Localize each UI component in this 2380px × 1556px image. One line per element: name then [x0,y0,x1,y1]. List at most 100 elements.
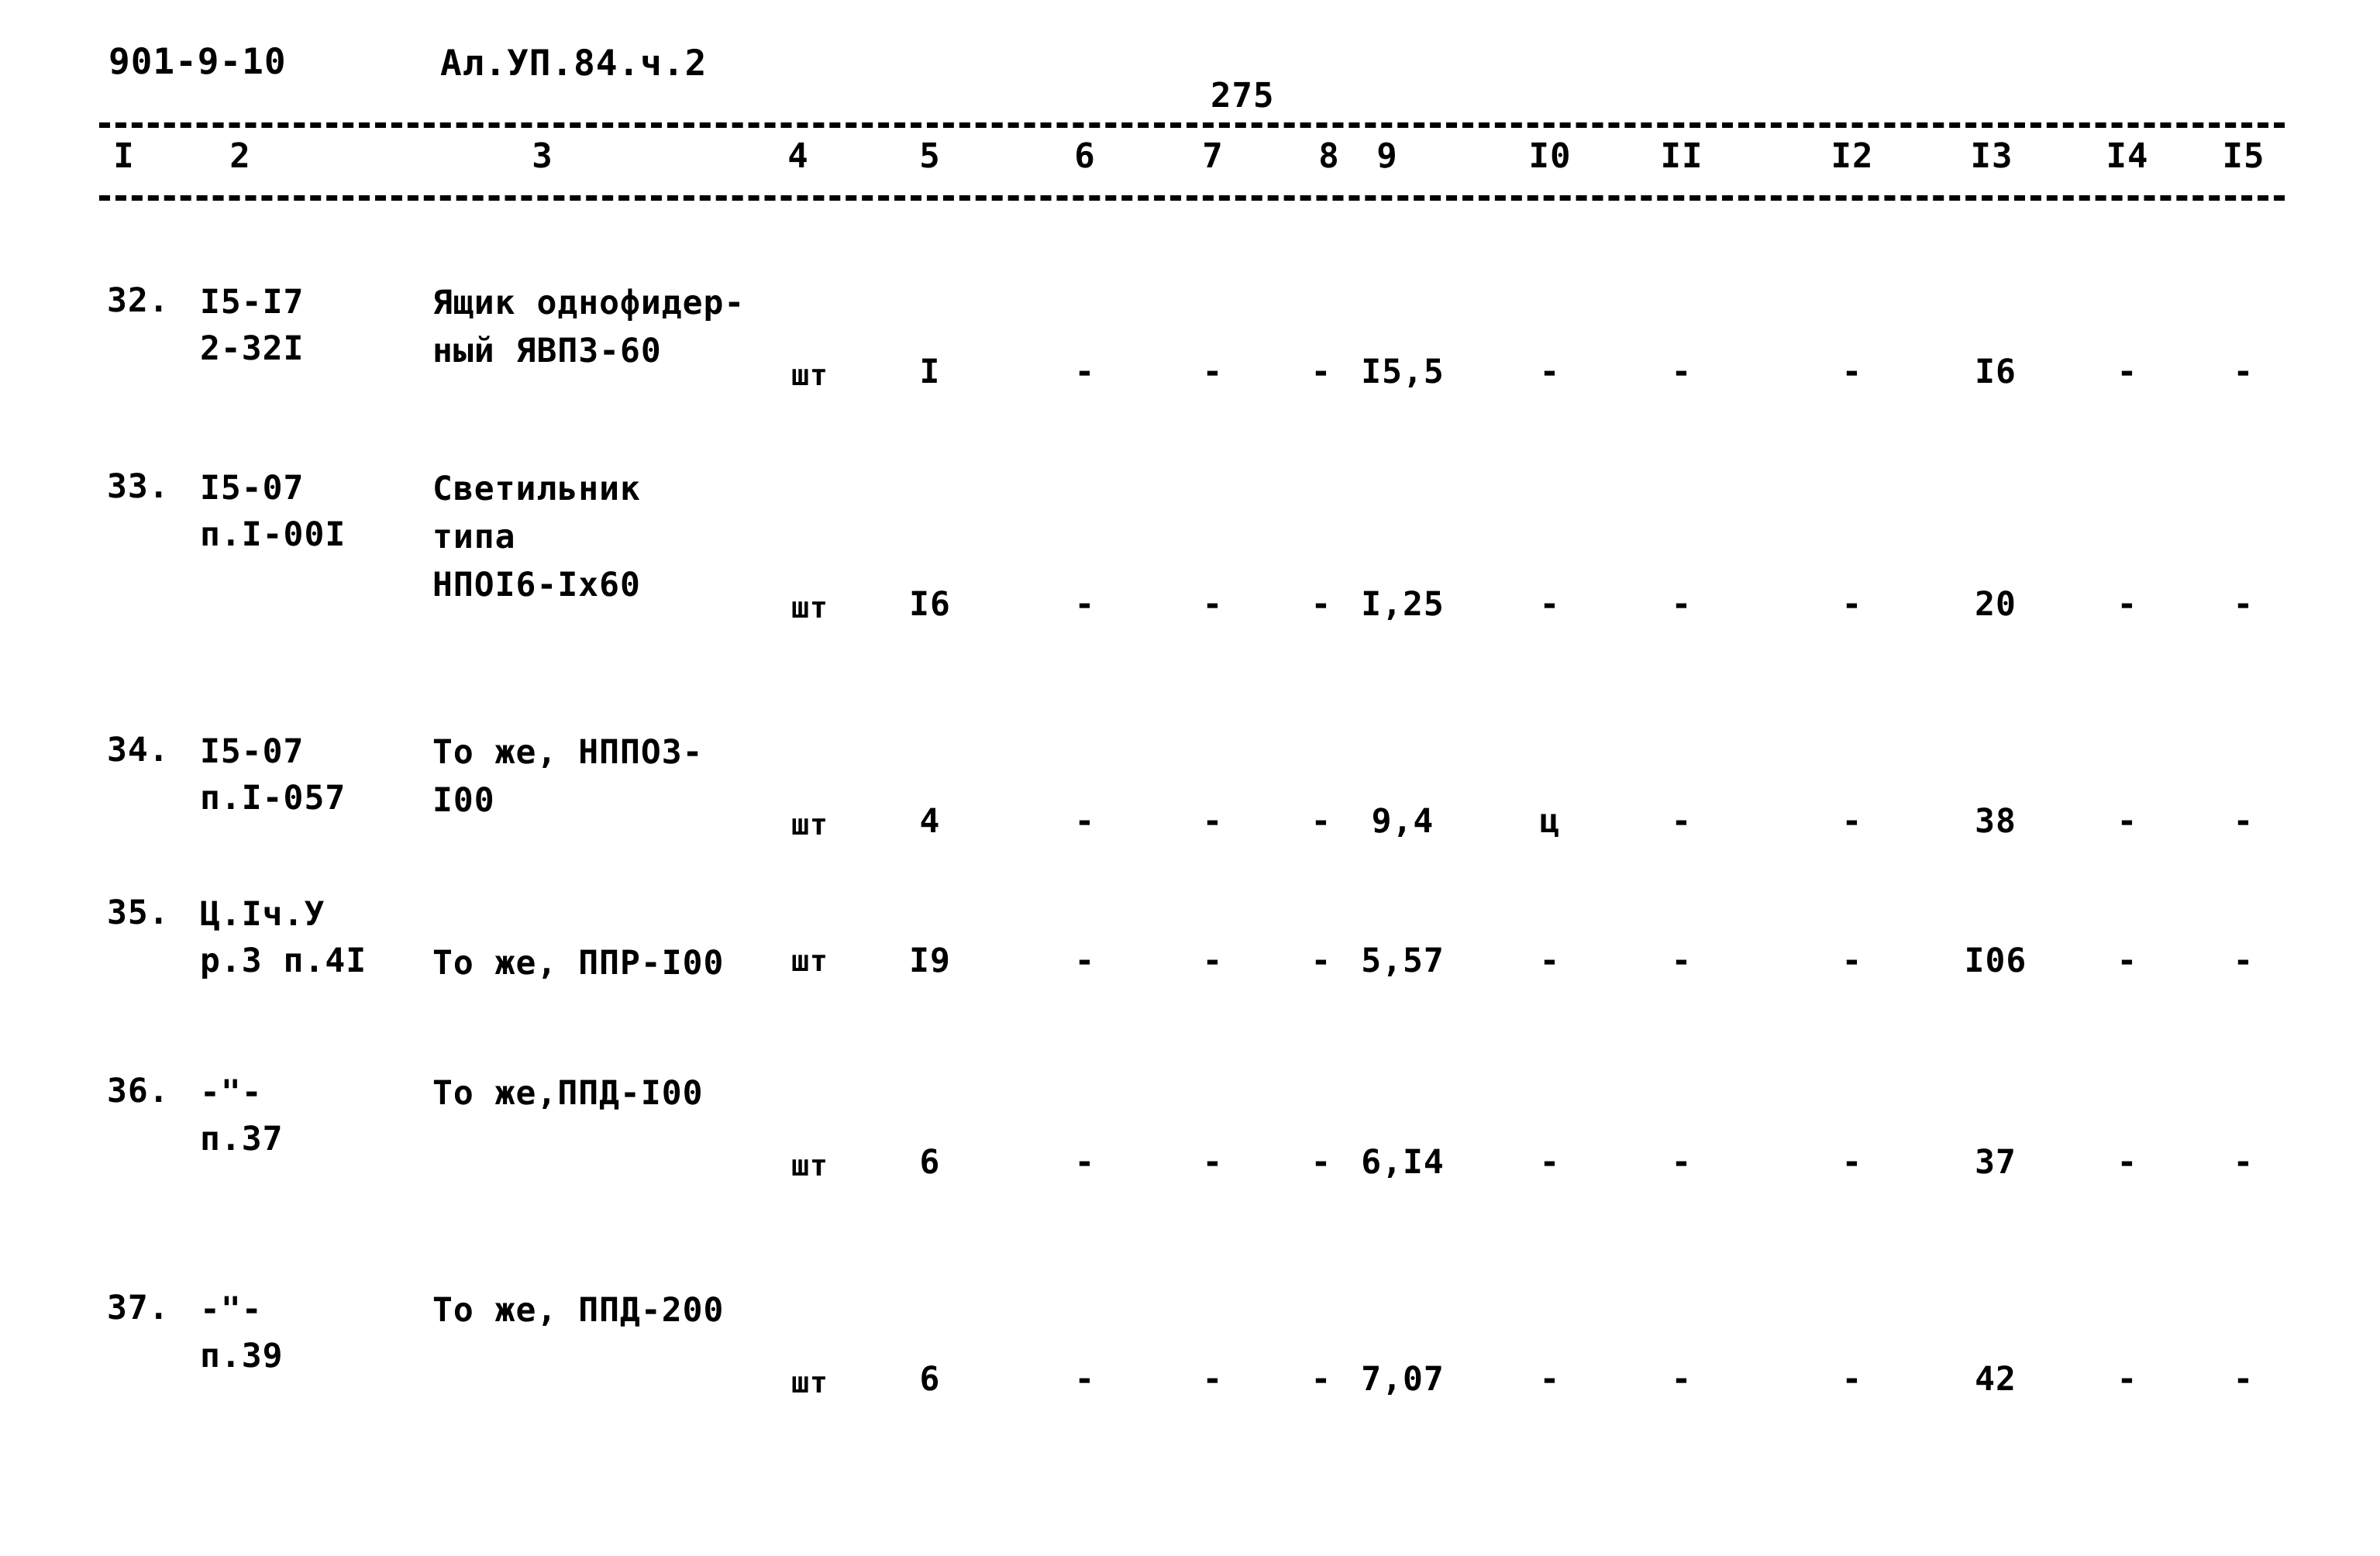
page-number: 275 [1211,76,1275,115]
row-unit: шт [791,944,828,978]
row-equipment-name: То же, ППР-I00 [432,944,725,983]
row-item-number: 36. [107,1072,170,1110]
page-header: 901-9-10 Ал.УП.84.ч.2 275 [0,40,2380,115]
row-cell-col8: - [1311,802,1332,841]
row-cell-col13: 37 [1975,1143,2017,1182]
row-cell-col5: I [919,353,941,391]
row-cell-col14: - [2117,585,2138,624]
column-header-10: I0 [1528,136,1572,176]
column-header-7: 7 [1202,136,1224,176]
row-cell-col5: 6 [919,1143,941,1182]
row-cell-col6: - [1074,1360,1096,1399]
row-cell-col5: 4 [919,802,941,841]
row-reference-code: Ц.Iч.У р.3 п.4I [200,895,367,980]
row-cell-col14: - [2117,353,2138,391]
row-cell-col12: - [1841,942,1863,980]
row-cell-col13: I06 [1964,942,2027,980]
row-reference-code: -"- п.39 [200,1290,284,1375]
scanned-page: 901-9-10 Ал.УП.84.ч.2 275 I 2 3 4 5 6 7 8 9 I0 II I… [0,0,2380,1556]
row-reference-code: -"- п.37 [200,1073,284,1158]
row-equipment-name: То же,ППД-I00 [432,1074,704,1113]
row-cell-col8: - [1311,1360,1332,1399]
row-cell-col6: - [1074,802,1096,841]
row-cell-col11: - [1671,1143,1693,1182]
row-item-number: 35. [107,893,170,932]
row-cell-col6: - [1074,942,1096,980]
row-cell-col10: - [1539,585,1561,624]
row-cell-col12: - [1841,802,1863,841]
row-unit: шт [791,1148,828,1182]
row-cell-col9: 9,4 [1371,802,1435,841]
row-cell-col9: 5,57 [1361,942,1445,980]
album-code: Ал.УП.84.ч.2 [440,42,708,84]
column-header-13: I3 [1970,136,2013,176]
row-cell-col8: - [1311,585,1332,624]
row-equipment-name: То же, ППД-200 [432,1291,725,1330]
document-code: 901-9-10 [108,40,287,82]
row-unit: шт [791,358,828,392]
row-equipment-name: Ящик однофидер- ный ЯВПЗ-60 [432,284,746,370]
column-header-9: 9 [1376,136,1398,176]
table-column-headers: I 2 3 4 5 6 7 8 9 I0 II I2 I3 I4 I5 [0,136,2380,191]
row-reference-code: I5-07 п.I-00I [200,469,346,554]
row-cell-col6: - [1074,1143,1096,1182]
row-cell-col10: - [1539,1143,1561,1182]
row-cell-col8: - [1311,942,1332,980]
row-cell-col13: 42 [1975,1360,2017,1399]
row-cell-col7: - [1202,1360,1224,1399]
row-cell-col15: - [2233,353,2254,391]
row-cell-col5: I9 [909,942,951,980]
row-cell-col13: 20 [1975,585,2017,624]
row-cell-col10: - [1539,353,1561,391]
row-cell-col9: 6,I4 [1361,1143,1445,1182]
row-cell-col11: - [1671,353,1693,391]
row-cell-col5: I6 [909,585,951,624]
row-cell-col11: - [1671,942,1693,980]
row-cell-col13: I6 [1975,353,2017,391]
table-rule-bottom [99,195,2285,201]
row-cell-col14: - [2117,1143,2138,1182]
row-cell-col12: - [1841,1143,1863,1182]
row-cell-col7: - [1202,802,1224,841]
row-cell-col15: - [2233,802,2254,841]
column-header-15: I5 [2222,136,2265,176]
row-cell-col11: - [1671,585,1693,624]
row-cell-col6: - [1074,585,1096,624]
row-item-number: 37. [107,1289,170,1327]
row-cell-col12: - [1841,353,1863,391]
row-cell-col9: I,25 [1361,585,1445,624]
row-item-number: 33. [107,467,170,506]
row-item-number: 34. [107,731,170,769]
row-cell-col5: 6 [919,1360,941,1399]
column-header-14: I4 [2106,136,2149,176]
column-header-2: 2 [229,136,251,176]
column-header-11: II [1660,136,1703,176]
row-cell-col15: - [2233,942,2254,980]
column-header-3: 3 [532,136,553,176]
row-cell-col9: I5,5 [1361,353,1445,391]
row-reference-code: I5-I7 2-32I [200,283,305,368]
row-cell-col10: - [1539,1360,1561,1399]
row-cell-col12: - [1841,585,1863,624]
column-header-12: I2 [1831,136,1874,176]
row-reference-code: I5-07 п.I-057 [200,732,346,818]
row-cell-col15: - [2233,585,2254,624]
row-unit: шт [791,807,828,842]
column-header-5: 5 [919,136,941,176]
row-cell-col14: - [2117,802,2138,841]
table-rule-top [99,122,2285,128]
row-equipment-name: То же, НППО3- I00 [432,733,704,820]
row-cell-col10: ц [1539,802,1561,841]
column-header-1: I [113,136,135,176]
row-unit: шт [791,590,828,625]
row-cell-col12: - [1841,1360,1863,1399]
row-cell-col7: - [1202,585,1224,624]
row-cell-col6: - [1074,353,1096,391]
row-cell-col9: 7,07 [1361,1360,1445,1399]
row-cell-col11: - [1671,802,1693,841]
row-cell-col15: - [2233,1360,2254,1399]
row-unit: шт [791,1365,828,1399]
row-cell-col7: - [1202,1143,1224,1182]
row-cell-col11: - [1671,1360,1693,1399]
row-cell-col10: - [1539,942,1561,980]
